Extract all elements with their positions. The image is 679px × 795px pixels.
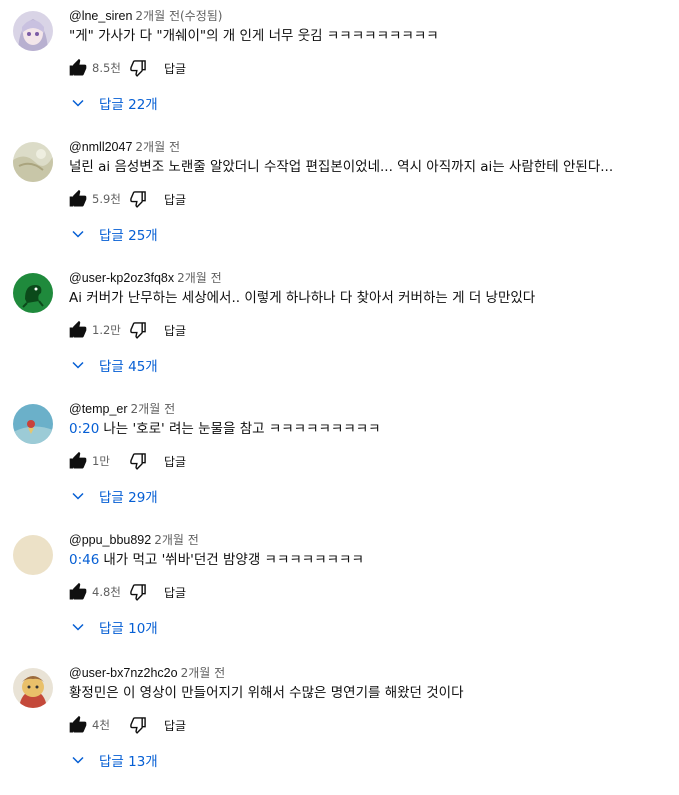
view-replies-button[interactable]: 답글 25개 [66, 220, 158, 248]
thumbs-up-icon[interactable] [66, 449, 90, 473]
author-name[interactable]: @temp_er [69, 402, 128, 416]
comment-actions: 8.5천 답글 [66, 56, 186, 80]
view-replies-button[interactable]: 답글 29개 [66, 482, 158, 510]
chevron-down-icon [66, 615, 90, 639]
chevron-down-icon [66, 748, 90, 772]
chevron-down-icon [66, 484, 90, 508]
comment-time[interactable]: 2개월 전 [181, 666, 226, 680]
replies-label: 답글 10개 [99, 621, 158, 637]
replies-label: 답글 22개 [99, 97, 158, 113]
timestamp-link[interactable]: 0:46 [69, 552, 99, 568]
like-count: 5.9천 [92, 192, 121, 206]
comment-text: 황정민은 이 영상이 만들어지기 위해서 수많은 명연기를 해왔던 것이다 [69, 683, 669, 703]
comment-time[interactable]: 2개월 전 [154, 533, 199, 547]
comment-header: @temp_er 2개월 전 [69, 401, 175, 417]
author-name[interactable]: @user-kp2oz3fq8x [69, 271, 174, 285]
chevron-down-icon [66, 353, 90, 377]
avatar[interactable] [13, 404, 53, 444]
comment-text: 0:46 내가 먹고 '쒸바'던건 밤양갱 ㅋㅋㅋㅋㅋㅋㅋㅋ [69, 550, 669, 570]
like-count: 1만 [92, 454, 110, 468]
thumbs-down-icon[interactable] [126, 187, 150, 211]
comments-section: @lne_siren 2개월 전(수정됨) "게" 가사가 다 "개쉐이"의 개 인… [0, 0, 679, 795]
comment-body: 널린 ai 음성변조 노랜줄 알았더니 수작업 편집본이었네... 역시 아직까… [69, 159, 614, 175]
thumbs-down-icon[interactable] [126, 449, 150, 473]
like-count: 4천 [92, 718, 110, 732]
thumbs-up-icon[interactable] [66, 318, 90, 342]
thumbs-down-icon[interactable] [126, 318, 150, 342]
comment-body: "게" 가사가 다 "개쉐이"의 개 인게 너무 웃김 ㅋㅋㅋㅋㅋㅋㅋㅋㅋ [69, 28, 439, 44]
view-replies-button[interactable]: 답글 45개 [66, 351, 158, 379]
comment-text: 0:20 나는 '호로' 려는 눈물을 참고 ㅋㅋㅋㅋㅋㅋㅋㅋㅋ [69, 419, 669, 439]
replies-label: 답글 13개 [99, 754, 158, 770]
like-count: 8.5천 [92, 61, 121, 75]
thumbs-down-icon[interactable] [126, 713, 150, 737]
comment-thread: @nmll2047 2개월 전널린 ai 음성변조 노랜줄 알았더니 수작업 편집… [0, 131, 679, 261]
comment-body: 내가 먹고 '쒸바'던건 밤양갱 ㅋㅋㅋㅋㅋㅋㅋㅋ [103, 552, 364, 568]
reply-button[interactable]: 답글 [164, 453, 186, 470]
reply-button[interactable]: 답글 [164, 60, 186, 77]
view-replies-button[interactable]: 답글 22개 [66, 89, 158, 117]
comment-thread: @temp_er 2개월 전 0:20 나는 '호로' 려는 눈물을 참고 ㅋㅋㅋㅋㅋ… [0, 393, 679, 523]
comment-actions: 4천 답글 [66, 713, 186, 737]
author-name[interactable]: @nmll2047 [69, 140, 132, 154]
comment-thread: @lne_siren 2개월 전(수정됨) "게" 가사가 다 "개쉐이"의 개 인… [0, 0, 679, 130]
thumbs-up-icon[interactable] [66, 713, 90, 737]
avatar[interactable] [13, 535, 53, 575]
comment-time[interactable]: 2개월 전 [131, 402, 176, 416]
avatar[interactable] [13, 11, 53, 51]
comment-time[interactable]: 2개월 전(수정됨) [135, 9, 222, 23]
view-replies-button[interactable]: 답글 10개 [66, 613, 158, 641]
replies-label: 답글 29개 [99, 490, 158, 506]
comment-header: @user-kp2oz3fq8x 2개월 전 [69, 270, 222, 286]
thumbs-up-icon[interactable] [66, 56, 90, 80]
thumbs-down-icon[interactable] [126, 580, 150, 604]
author-name[interactable]: @user-bx7nz2hc2o [69, 666, 178, 680]
comment-text: "게" 가사가 다 "개쉐이"의 개 인게 너무 웃김 ㅋㅋㅋㅋㅋㅋㅋㅋㅋ [69, 26, 669, 46]
comment-actions: 1.2만 답글 [66, 318, 186, 342]
comment-header: @ppu_bbu892 2개월 전 [69, 532, 199, 548]
comment-time[interactable]: 2개월 전 [177, 271, 222, 285]
comment-thread: @user-kp2oz3fq8x 2개월 전 Ai 커버가 난무하는 세상에서.. … [0, 262, 679, 392]
comment-thread: @ppu_bbu892 2개월 전 0:46 내가 먹고 '쒸바'던건 밤양갱 ㅋㅋㅋ… [0, 524, 679, 654]
view-replies-button[interactable]: 답글 13개 [66, 746, 158, 774]
reply-button[interactable]: 답글 [164, 322, 186, 339]
avatar[interactable] [13, 142, 53, 182]
replies-label: 답글 25개 [99, 228, 158, 244]
thumbs-up-icon[interactable] [66, 187, 90, 211]
reply-button[interactable]: 답글 [164, 717, 186, 734]
replies-label: 답글 45개 [99, 359, 158, 375]
thumbs-up-icon[interactable] [66, 580, 90, 604]
author-name[interactable]: @lne_siren [69, 9, 132, 23]
comment-body: 나는 '호로' 려는 눈물을 참고 ㅋㅋㅋㅋㅋㅋㅋㅋㅋ [103, 421, 381, 437]
comment-header: @nmll2047 2개월 전 [69, 139, 180, 155]
comment-text: Ai 커버가 난무하는 세상에서.. 이렇게 하나하나 다 찾아서 커버하는 게… [69, 288, 669, 308]
comment-actions: 5.9천 답글 [66, 187, 186, 211]
comment-text: 널린 ai 음성변조 노랜줄 알았더니 수작업 편집본이었네... 역시 아직까… [69, 157, 669, 177]
reply-button[interactable]: 답글 [164, 584, 186, 601]
like-count: 4.8천 [92, 585, 121, 599]
comment-header: @user-bx7nz2hc2o 2개월 전 [69, 665, 225, 681]
chevron-down-icon [66, 222, 90, 246]
timestamp-link[interactable]: 0:20 [69, 421, 99, 437]
comment-body: Ai 커버가 난무하는 세상에서.. 이렇게 하나하나 다 찾아서 커버하는 게… [69, 290, 536, 306]
comment-time[interactable]: 2개월 전 [135, 140, 180, 154]
reply-button[interactable]: 답글 [164, 191, 186, 208]
comment-body: 황정민은 이 영상이 만들어지기 위해서 수많은 명연기를 해왔던 것이다 [69, 685, 464, 701]
thumbs-down-icon[interactable] [126, 56, 150, 80]
author-name[interactable]: @ppu_bbu892 [69, 533, 151, 547]
comment-actions: 4.8천 답글 [66, 580, 186, 604]
avatar[interactable] [13, 668, 53, 708]
avatar[interactable] [13, 273, 53, 313]
chevron-down-icon [66, 91, 90, 115]
comment-header: @lne_siren 2개월 전(수정됨) [69, 8, 222, 24]
like-count: 1.2만 [92, 323, 121, 337]
comment-actions: 1만 답글 [66, 449, 186, 473]
comment-thread: @user-bx7nz2hc2o 2개월 전황정민은 이 영상이 만들어지기 위해… [0, 657, 679, 787]
